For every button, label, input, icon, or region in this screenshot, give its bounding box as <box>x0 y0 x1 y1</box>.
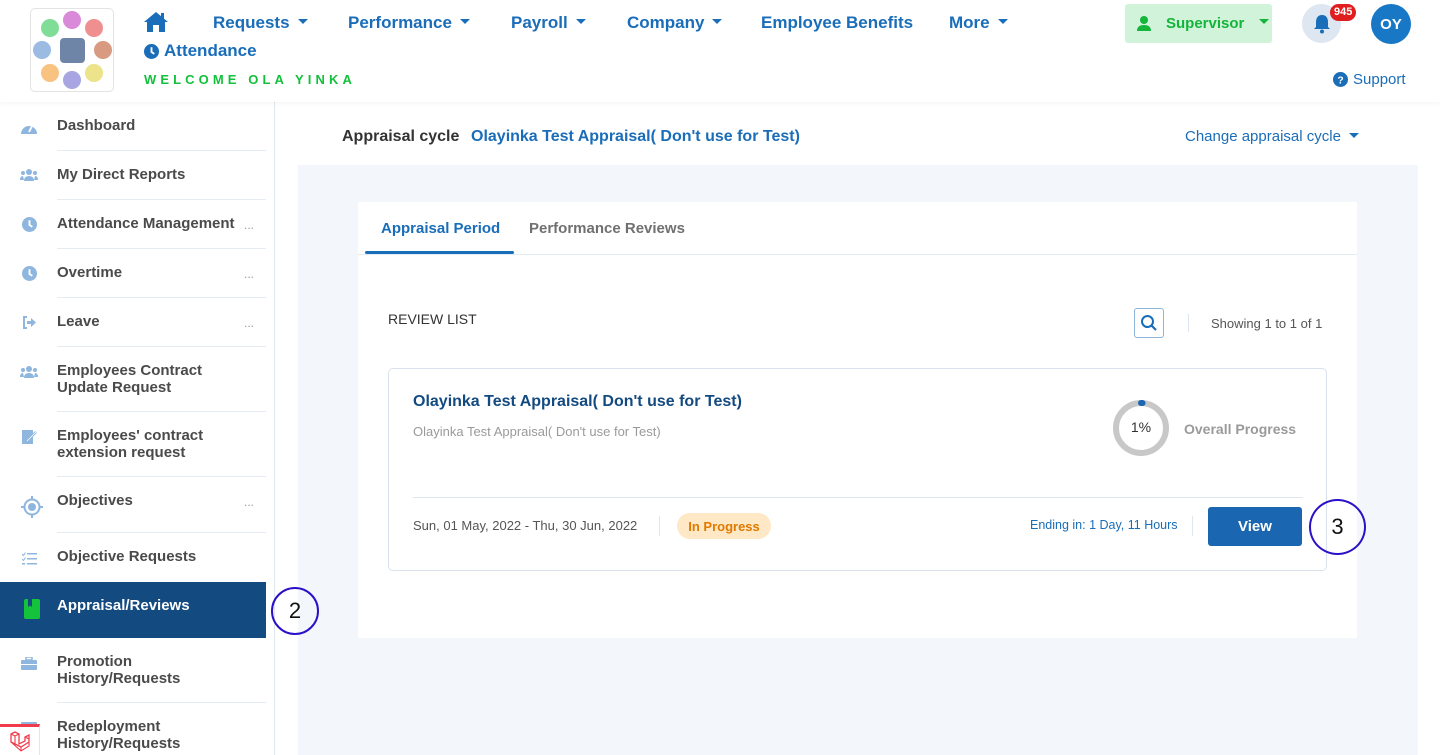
search-button[interactable] <box>1134 308 1164 338</box>
card-divider <box>413 497 1303 498</box>
sidebar-item-objectives[interactable]: Objectives ... <box>0 477 266 532</box>
nav-performance[interactable]: Performance <box>348 13 470 33</box>
clock-icon <box>20 215 38 233</box>
nav-payroll[interactable]: Payroll <box>511 13 586 33</box>
logo-dot <box>33 41 51 59</box>
sidebar-item-appraisal-reviews[interactable]: Appraisal/Reviews <box>0 582 266 638</box>
sidebar-item-my-direct-reports[interactable]: My Direct Reports <box>0 151 266 199</box>
chevron-down-icon <box>575 19 586 25</box>
view-button[interactable]: View <box>1208 507 1302 546</box>
svg-text:?: ? <box>1337 75 1343 86</box>
book-icon <box>23 599 41 619</box>
chevron-down-icon <box>712 19 723 25</box>
divider <box>659 516 660 536</box>
target-icon <box>21 496 43 518</box>
search-icon <box>1141 315 1157 331</box>
question-circle-icon: ? <box>1333 72 1348 87</box>
more-options-icon[interactable]: ... <box>244 267 254 281</box>
edit-document-icon <box>20 428 38 446</box>
logo-photo <box>60 38 85 63</box>
top-header: Requests Performance Payroll Company Emp… <box>0 0 1440 102</box>
active-tab-indicator <box>365 251 514 254</box>
laravel-icon <box>9 731 30 752</box>
tab-performance-reviews[interactable]: Performance Reviews <box>529 220 685 237</box>
users-icon <box>20 363 38 381</box>
role-switcher-button[interactable]: Supervisor <box>1125 4 1272 43</box>
annotation-marker-3: 3 <box>1309 499 1366 555</box>
nav-company[interactable]: Company <box>627 13 723 33</box>
more-options-icon[interactable]: ... <box>244 495 254 509</box>
appraisal-date-range: Sun, 01 May, 2022 - Thu, 30 Jun, 2022 <box>413 518 638 533</box>
overall-progress-label: Overall Progress <box>1184 421 1297 437</box>
clock-icon <box>144 43 159 59</box>
logo-dot <box>85 19 103 37</box>
users-icon <box>20 166 38 184</box>
logo-dot <box>63 11 81 29</box>
sidebar-item-promotion-history-requests[interactable]: Promotion History/Requests <box>0 638 266 702</box>
appraisal-card-subtitle: Olayinka Test Appraisal( Don't use for T… <box>413 424 661 439</box>
welcome-message: WELCOME OLA YINKA <box>144 72 356 87</box>
user-avatar[interactable]: OY <box>1371 4 1411 44</box>
support-link[interactable]: ? Support <box>1333 71 1406 88</box>
debugbar-toggle[interactable] <box>0 724 40 755</box>
progress-percent: 1% <box>1130 419 1152 435</box>
sidebar-item-overtime[interactable]: Overtime ... <box>0 249 266 297</box>
chevron-down-icon <box>1259 19 1270 24</box>
appraisal-card-title[interactable]: Olayinka Test Appraisal( Don't use for T… <box>413 393 742 411</box>
divider <box>1192 516 1193 536</box>
home-icon[interactable] <box>143 11 169 38</box>
appraisal-cycle-name: Olayinka Test Appraisal( Don't use for T… <box>471 128 800 145</box>
divider <box>1188 314 1189 332</box>
logo-dot <box>85 64 103 82</box>
dashboard-icon <box>20 118 38 136</box>
nav-employee-benefits[interactable]: Employee Benefits <box>761 13 913 33</box>
more-options-icon[interactable]: ... <box>244 218 254 232</box>
sidebar-item-employees-contract-extension-request[interactable]: Employees' contract extension request <box>0 412 266 476</box>
chevron-down-icon <box>297 19 308 25</box>
user-icon <box>1137 16 1151 31</box>
ending-in-text: Ending in: 1 Day, 11 Hours <box>1030 518 1178 532</box>
sign-out-icon <box>20 313 38 331</box>
sidebar-item-employees-contract-update-request[interactable]: Employees Contract Update Request <box>0 347 266 411</box>
review-list-title: REVIEW LIST <box>388 311 477 327</box>
chevron-down-icon <box>997 19 1008 25</box>
more-options-icon[interactable]: ... <box>244 316 254 330</box>
clock-icon <box>20 264 38 282</box>
annotation-marker-2: 2 <box>271 587 319 635</box>
bell-icon <box>1313 14 1330 33</box>
sidebar-item-dashboard[interactable]: Dashboard <box>0 102 266 150</box>
logo-dot <box>63 71 81 89</box>
logo-dot <box>41 64 59 82</box>
sidebar-item-leave[interactable]: Leave ... <box>0 298 266 346</box>
logo-dot <box>41 19 59 37</box>
appraisal-cycle-label: Appraisal cycle <box>342 128 460 145</box>
briefcase-icon <box>20 654 38 672</box>
tab-appraisal-period[interactable]: Appraisal Period <box>381 220 500 237</box>
status-badge: In Progress <box>677 513 771 539</box>
nav-more[interactable]: More <box>949 13 1008 33</box>
nav-attendance[interactable]: Attendance <box>144 41 257 61</box>
chevron-down-icon <box>459 19 470 25</box>
pagination-info: Showing 1 to 1 of 1 <box>1211 316 1323 331</box>
change-appraisal-cycle-dropdown[interactable]: Change appraisal cycle <box>1185 128 1359 145</box>
sidebar-item-attendance-management[interactable]: Attendance Management ... <box>0 200 266 248</box>
notification-count-badge: 945 <box>1330 4 1357 21</box>
logo-dot <box>94 41 112 59</box>
sidebar-item-objective-requests[interactable]: Objective Requests <box>0 533 266 582</box>
chevron-down-icon <box>1348 132 1359 138</box>
tab-bar: Appraisal Period Performance Reviews <box>358 202 1357 255</box>
nav-requests[interactable]: Requests <box>213 13 308 33</box>
checklist-icon <box>20 549 38 567</box>
company-logo[interactable] <box>30 8 114 92</box>
